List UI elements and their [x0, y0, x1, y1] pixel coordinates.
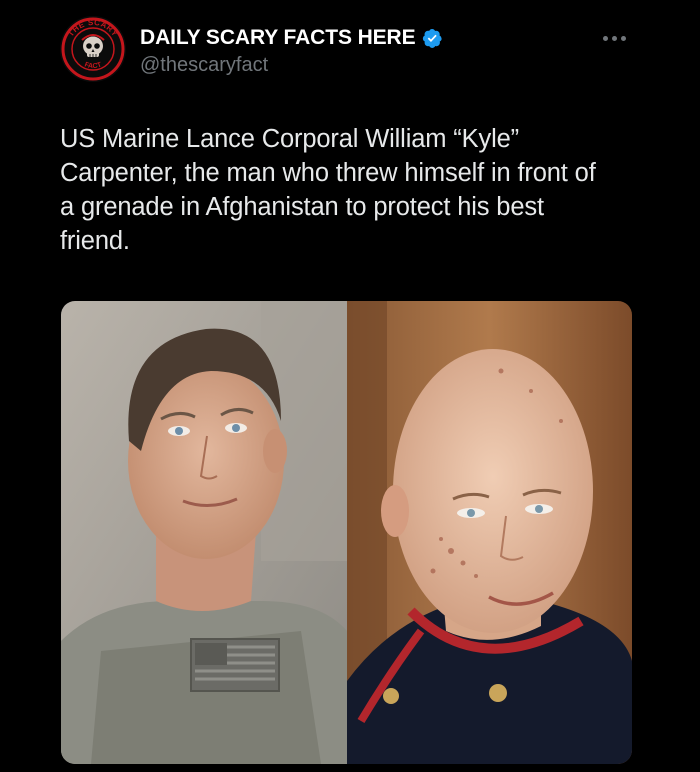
author-handle[interactable]: @thescaryfact — [140, 54, 268, 77]
tweet-card: THE SCARY FACT DAILY SCARY FACTS HERE @t… — [0, 0, 700, 772]
avatar[interactable]: THE SCARY FACT — [60, 16, 126, 82]
verified-badge-icon — [422, 28, 442, 48]
author-name-row[interactable]: DAILY SCARY FACTS HERE — [140, 24, 443, 52]
marine-in-dress-blues — [347, 301, 632, 764]
soldier-in-combat-gear — [61, 301, 347, 764]
skull-badge-icon: THE SCARY FACT — [61, 17, 125, 81]
ellipsis-dot — [620, 35, 626, 41]
tweet-media[interactable] — [61, 301, 632, 764]
ellipsis-dot — [611, 35, 617, 41]
tweet-text: US Marine Lance Corporal William “Kyle” … — [60, 125, 596, 255]
ellipsis-icon[interactable] — [594, 26, 634, 50]
author-display-name[interactable]: DAILY SCARY FACTS HERE — [140, 26, 416, 50]
photo-collage — [61, 301, 632, 764]
ellipsis-dot — [602, 35, 608, 41]
